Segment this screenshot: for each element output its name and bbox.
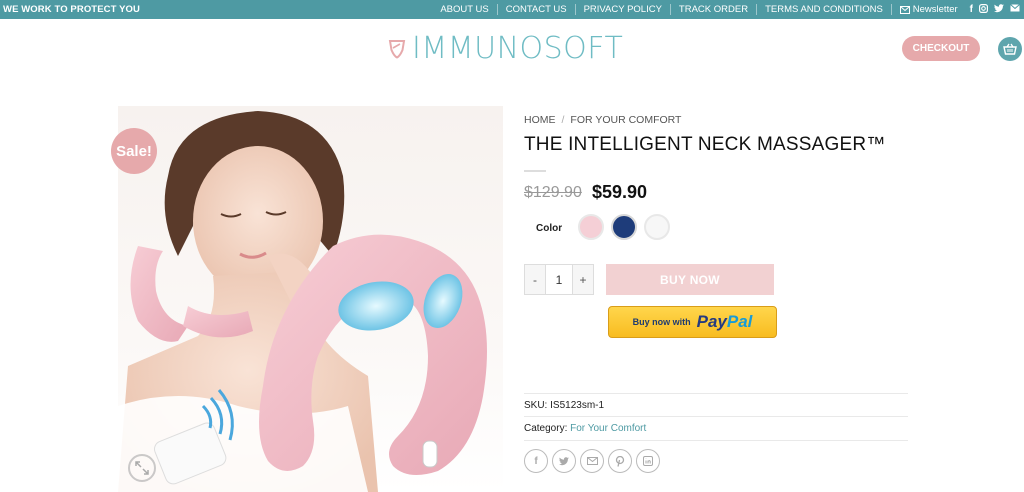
product-image[interactable] bbox=[118, 106, 503, 492]
nav-terms[interactable]: TERMS AND CONDITIONS bbox=[757, 4, 892, 15]
breadcrumb: HOME / FOR YOUR COMFORT bbox=[524, 114, 681, 126]
top-nav: ABOUT US CONTACT US PRIVACY POLICY TRACK… bbox=[440, 0, 1020, 19]
color-label: Color bbox=[536, 223, 563, 234]
product-photo bbox=[118, 111, 487, 492]
qty-plus-button[interactable]: + bbox=[573, 265, 593, 294]
paypal-logo-pay: Pay bbox=[696, 312, 727, 331]
paypal-button[interactable]: Buy now with PayPal bbox=[608, 306, 777, 338]
nav-privacy-policy[interactable]: PRIVACY POLICY bbox=[576, 4, 671, 15]
sale-price: $59.90 bbox=[592, 182, 648, 202]
nav-about-us[interactable]: ABOUT US bbox=[440, 4, 498, 15]
share-linkedin-icon[interactable] bbox=[636, 449, 660, 473]
paypal-prefix: Buy now with bbox=[632, 317, 691, 327]
paypal-logo: PayPal bbox=[697, 312, 753, 332]
sku-value: IS5123sm-1 bbox=[550, 400, 605, 411]
top-bar: WE WORK TO PROTECT YOU ABOUT US CONTACT … bbox=[0, 0, 1024, 19]
meta-divider-middle bbox=[524, 416, 908, 417]
qty-minus-button[interactable]: - bbox=[525, 265, 545, 294]
category-link[interactable]: For Your Comfort bbox=[570, 423, 646, 434]
breadcrumb-category[interactable]: FOR YOUR COMFORT bbox=[570, 114, 681, 126]
buy-now-button[interactable]: BUY NOW bbox=[606, 264, 774, 295]
share-buttons: f bbox=[524, 449, 660, 473]
expand-icon bbox=[135, 461, 149, 475]
social-links: f bbox=[970, 4, 1020, 16]
newsletter-label: Newsletter bbox=[912, 4, 958, 15]
share-facebook-icon[interactable]: f bbox=[524, 449, 548, 473]
sale-badge: Sale! bbox=[111, 128, 157, 174]
share-pinterest-icon[interactable] bbox=[608, 449, 632, 473]
share-email-icon[interactable] bbox=[580, 449, 604, 473]
facebook-icon[interactable]: f bbox=[970, 4, 973, 16]
newsletter-link[interactable]: Newsletter bbox=[892, 4, 966, 15]
shield-icon bbox=[388, 39, 406, 59]
instagram-icon[interactable] bbox=[979, 3, 989, 16]
email-icon[interactable] bbox=[1010, 3, 1020, 16]
quantity-input[interactable]: 1 bbox=[545, 265, 573, 294]
tagline: WE WORK TO PROTECT YOU bbox=[3, 4, 140, 15]
sku-label: SKU: bbox=[524, 400, 548, 411]
nav-contact-us[interactable]: CONTACT US bbox=[498, 4, 576, 15]
color-swatch-white[interactable] bbox=[644, 214, 670, 240]
cart-button[interactable] bbox=[998, 37, 1022, 61]
site-header: IMMUNOSOFT CHECKOUT bbox=[0, 19, 1024, 79]
meta-divider-bottom bbox=[524, 440, 908, 441]
color-swatch-pink[interactable] bbox=[578, 214, 604, 240]
category-label: Category: bbox=[524, 423, 568, 434]
twitter-icon[interactable] bbox=[994, 3, 1004, 16]
basket-icon bbox=[1003, 43, 1017, 55]
envelope-icon bbox=[899, 5, 910, 14]
meta-divider-top bbox=[524, 393, 908, 394]
paypal-logo-pal: Pal bbox=[726, 312, 753, 331]
breadcrumb-separator: / bbox=[561, 114, 565, 126]
breadcrumb-home[interactable]: HOME bbox=[524, 114, 556, 126]
category-row: Category: For Your Comfort bbox=[524, 423, 646, 434]
original-price: $129.90 bbox=[524, 184, 582, 201]
zoom-button[interactable] bbox=[128, 454, 156, 482]
title-divider bbox=[524, 170, 546, 172]
share-twitter-icon[interactable] bbox=[552, 449, 576, 473]
logo-text: IMMUNOSOFT bbox=[412, 31, 624, 66]
color-swatch-navy[interactable] bbox=[611, 214, 637, 240]
quantity-stepper: - 1 + bbox=[524, 264, 594, 295]
product-title: THE INTELLIGENT NECK MASSAGER™ bbox=[524, 134, 886, 155]
sku-row: SKU: IS5123sm-1 bbox=[524, 400, 604, 411]
nav-track-order[interactable]: TRACK ORDER bbox=[671, 4, 758, 15]
checkout-button[interactable]: CHECKOUT bbox=[902, 36, 980, 61]
site-logo[interactable]: IMMUNOSOFT bbox=[388, 31, 623, 66]
